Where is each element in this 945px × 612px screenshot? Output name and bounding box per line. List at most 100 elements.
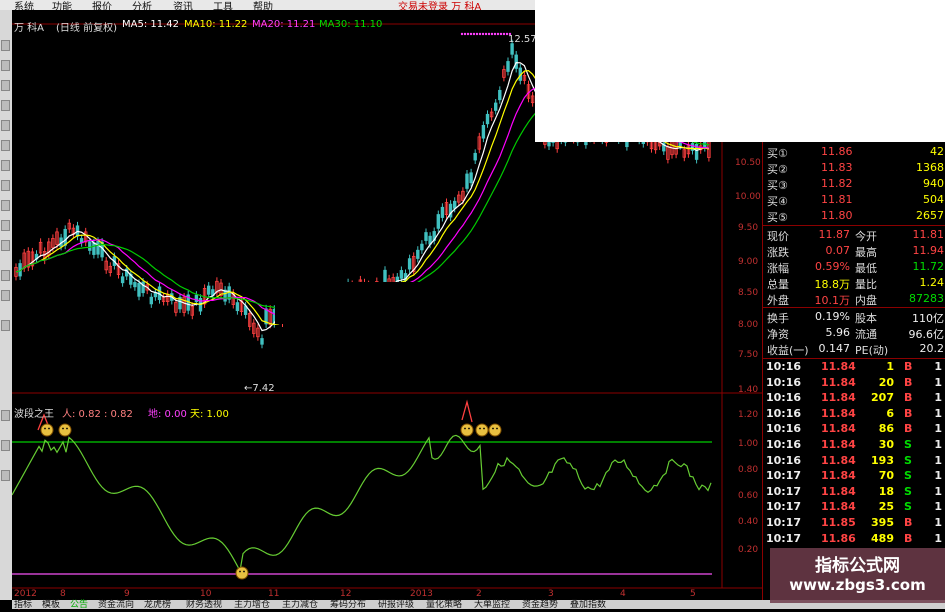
bid-row[interactable]: 买② 11.83 1368 [763, 160, 945, 176]
tick-price: 11.84 [821, 375, 856, 389]
tab-overlay-index[interactable]: 叠加指数 [570, 597, 606, 610]
tick-price: 11.84 [821, 406, 856, 420]
tick-volume: 86 [878, 422, 894, 436]
tab-quant[interactable]: 量化策略 [426, 597, 462, 610]
bid-label: 买① [767, 147, 788, 160]
tick-side: S [904, 453, 912, 467]
tab-fund-flow[interactable]: 资金流向 [98, 597, 134, 610]
bid-volume: 42 [930, 145, 944, 158]
stat-label: 今开 [855, 230, 877, 243]
tool-period-icon[interactable] [1, 220, 10, 231]
candle-body [473, 152, 477, 161]
tick-price: 11.84 [821, 453, 856, 467]
date-tick: 5 [690, 589, 696, 599]
candle-body [465, 173, 469, 189]
smiley-eye [239, 570, 241, 573]
stat-label: 涨幅 [767, 262, 789, 275]
chart-mode[interactable]: (日线 前复权) [56, 19, 117, 34]
tool-settings-icon[interactable] [1, 440, 10, 451]
bid-price: 11.81 [821, 193, 853, 206]
tab-template[interactable]: 模板 [42, 597, 60, 610]
tool-text-icon[interactable] [1, 140, 10, 151]
tick-volume: 395 [871, 516, 894, 529]
tab-announcement[interactable]: 公告 [70, 597, 88, 610]
ma30-value: MA30: 11.10 [319, 19, 383, 30]
smiley-eye [479, 427, 481, 430]
stat-label: 最高 [855, 246, 877, 259]
tick-volume: 1 [886, 360, 894, 373]
bid-label: 买③ [767, 179, 788, 192]
candle-body [407, 258, 412, 270]
stat-row: 现价 11.87 今开 11.81 [763, 227, 945, 243]
bid-row[interactable]: 买④ 11.81 504 [763, 192, 945, 208]
candle-body [485, 113, 490, 125]
tool-rect-icon[interactable] [1, 180, 10, 191]
bid-volume: 940 [923, 177, 944, 190]
stat-row: 总量 18.8万 量比 1.24 [763, 275, 945, 291]
tick-time: 10:17 [766, 531, 802, 545]
tick-time: 10:16 [766, 360, 802, 373]
stat-value: 0.59% [815, 260, 850, 273]
smiley-icon [488, 423, 502, 437]
tool-refresh-icon[interactable] [1, 470, 10, 481]
tool-line-icon[interactable] [1, 60, 10, 71]
date-tick: 8 [60, 589, 66, 599]
tool-fib-icon[interactable] [1, 120, 10, 131]
stat-value: 1.24 [919, 276, 945, 289]
tool-formula-icon[interactable] [1, 410, 10, 421]
tab-main-reduce[interactable]: 主力减仓 [282, 597, 318, 610]
candle-body [514, 54, 518, 69]
price-tick: 9.50 [738, 223, 759, 233]
bid-row[interactable]: 买① 11.86 42 [763, 144, 945, 160]
bid-row[interactable]: 买⑤ 11.80 2657 [763, 208, 945, 224]
tab-indicator[interactable]: 指标 [14, 597, 32, 610]
tab-chips[interactable]: 筹码分布 [330, 597, 366, 610]
tool-circle-icon[interactable] [1, 200, 10, 211]
candle-body [436, 214, 440, 229]
high-marker-dot [478, 32, 482, 36]
tick-count: 1 [934, 469, 942, 483]
tool-ray-icon[interactable] [1, 80, 10, 91]
obscured-region [275, 282, 670, 324]
tick-count: 1 [934, 375, 942, 389]
tab-fund-trend[interactable]: 资金趋势 [522, 597, 558, 610]
price-tick: 8.00 [738, 320, 759, 330]
bid-label: 买② [767, 163, 788, 176]
high-marker-dot [469, 32, 473, 36]
tool-arrow-icon[interactable] [1, 160, 10, 171]
tick-volume: 193 [871, 453, 894, 467]
candle-body [206, 285, 211, 295]
tool-lock-icon[interactable] [1, 320, 10, 331]
tool-erase-icon[interactable] [1, 240, 10, 251]
tool-zoom-in-icon[interactable] [1, 270, 10, 281]
bid-price: 11.80 [821, 209, 853, 222]
tab-finance[interactable]: 财务透视 [186, 597, 222, 610]
tick-time: 10:16 [766, 438, 802, 451]
tool-zoom-out-icon[interactable] [1, 290, 10, 301]
candle-body [506, 61, 510, 72]
high-marker-dot [460, 32, 464, 36]
tick-time: 10:16 [766, 406, 802, 420]
candle-body [92, 242, 96, 255]
tick-count: 1 [934, 500, 942, 514]
tick-row: 10:17 11.84 25 S 1 [763, 500, 945, 516]
stat-label: 量比 [855, 278, 877, 291]
bid-row[interactable]: 买③ 11.82 940 [763, 176, 945, 192]
smiley-eye [492, 427, 494, 430]
stat-value: 0.07 [825, 244, 851, 257]
bid-label: 买⑤ [767, 211, 788, 224]
tick-price: 11.84 [821, 438, 856, 451]
smiley-icon [235, 566, 249, 580]
tab-research[interactable]: 研报评级 [378, 597, 414, 610]
tool-cursor-icon[interactable] [1, 40, 10, 51]
stat-value: 18.8万 [814, 278, 851, 291]
tool-channel-icon[interactable] [1, 100, 10, 111]
tab-big-order[interactable]: 大单监控 [474, 597, 510, 610]
high-marker-dot [502, 32, 506, 36]
tick-volume: 18 [878, 484, 894, 498]
high-marker-dot [484, 32, 488, 36]
tick-count: 1 [934, 406, 942, 420]
tab-dragon-tiger[interactable]: 龙虎榜 [144, 597, 171, 610]
tab-main-add[interactable]: 主力增仓 [234, 597, 270, 610]
indicator-name[interactable]: 波段之王 [14, 405, 54, 420]
